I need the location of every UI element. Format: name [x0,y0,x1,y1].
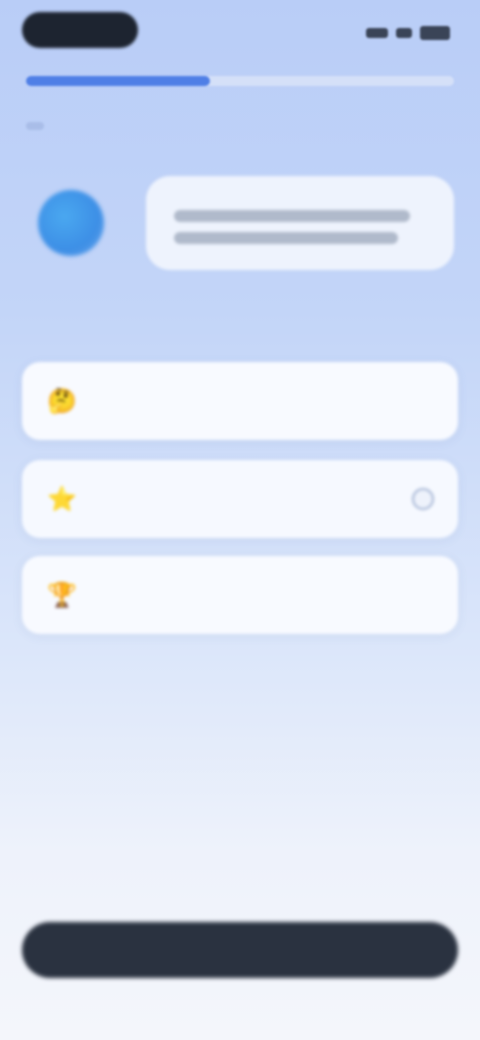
answer-option[interactable]: 🏆 [22,556,458,634]
signal-icon [366,28,388,38]
progress-bar [26,76,454,86]
status-time-pill [22,12,138,48]
selection-radio-icon[interactable] [412,488,434,510]
thinking-emoji-icon: 🤔 [47,387,77,415]
trophy-emoji-icon: 🏆 [47,581,77,609]
back-icon[interactable] [26,122,44,130]
message-line [174,232,398,244]
answer-option[interactable]: 🤔 [22,362,458,440]
battery-icon [420,26,450,40]
status-bar [22,12,450,52]
status-icons [366,26,450,40]
wifi-icon [396,28,412,38]
assistant-message-bubble [146,176,454,270]
answer-option[interactable]: ⭐ [22,460,458,538]
progress-fill [26,76,211,86]
assistant-avatar-icon [38,190,104,256]
star-emoji-icon: ⭐ [47,485,77,513]
continue-button[interactable] [22,922,458,978]
message-line [174,210,410,222]
